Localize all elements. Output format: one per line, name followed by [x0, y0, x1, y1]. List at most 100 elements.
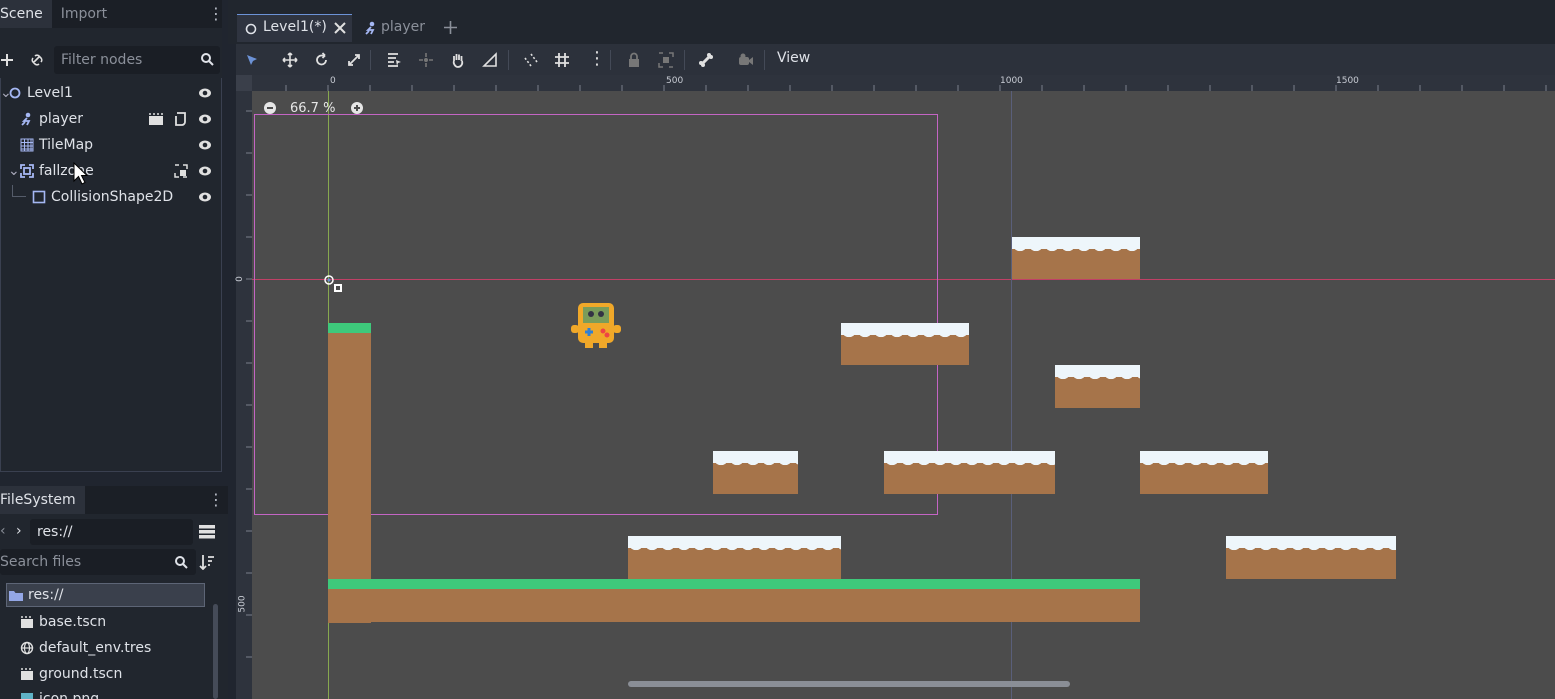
add-node-icon[interactable]	[0, 52, 14, 68]
zoom-out-icon[interactable]	[263, 101, 277, 115]
rotate-tool-icon[interactable]	[314, 52, 330, 68]
tab-import[interactable]: Import	[52, 0, 116, 28]
close-icon[interactable]	[334, 22, 346, 34]
scale-tool-icon[interactable]	[346, 52, 362, 68]
camera-icon[interactable]	[738, 52, 754, 68]
horizontal-ruler: 0 500 1000 1500	[236, 75, 1555, 91]
forward-arrow-icon[interactable]: ›	[16, 523, 22, 539]
scene-file-icon	[21, 668, 33, 680]
origin-gizmo-icon	[324, 275, 342, 292]
tab-level1[interactable]: Level1(*)	[237, 14, 352, 42]
canvas-toolbar: ⋮ View	[236, 44, 1555, 75]
move-tool-icon[interactable]	[282, 52, 298, 68]
lock-icon[interactable]	[626, 52, 642, 68]
toolbar-separator	[684, 50, 685, 70]
collapse-arrow-icon[interactable]: ⌄	[8, 159, 20, 183]
fs-item-icon-png[interactable]: icon.png	[0, 687, 210, 699]
ruler-tool-icon[interactable]	[482, 52, 498, 68]
sort-icon[interactable]	[199, 554, 215, 570]
kinematic-body-icon	[21, 112, 31, 126]
tab-scene[interactable]: Scene	[0, 0, 52, 28]
filesystem-dock: FileSystem ⋮ ‹ › res:// Search files res…	[0, 486, 228, 699]
group-lock-icon[interactable]	[174, 164, 188, 178]
back-arrow-icon[interactable]: ‹	[0, 523, 6, 539]
zoom-level[interactable]: 66.7 %	[290, 101, 335, 116]
snap-options-icon[interactable]: ⋮	[588, 48, 606, 69]
ruler-label: 500	[666, 76, 684, 86]
filter-placeholder: Filter nodes	[61, 52, 143, 68]
image-icon	[21, 693, 33, 699]
snow-platform	[1226, 536, 1396, 579]
ruler-label: 500	[237, 595, 248, 613]
pan-tool-icon[interactable]	[450, 52, 466, 68]
tab-label: player	[381, 19, 426, 35]
ruler-label: 1000	[1000, 76, 1023, 86]
snow-platform	[841, 323, 969, 365]
group-icon[interactable]	[658, 52, 674, 68]
tree-connector	[12, 185, 26, 197]
tree-item-fallzone[interactable]: ⌄ fallzone	[0, 159, 222, 183]
visibility-eye-icon[interactable]	[198, 112, 212, 126]
script-icon[interactable]	[173, 112, 187, 126]
ruler-label: 1500	[1336, 76, 1359, 86]
visibility-eye-icon[interactable]	[198, 190, 212, 204]
tree-item-label: player	[39, 111, 84, 127]
folder-icon	[9, 591, 23, 601]
fs-item-label: base.tscn	[39, 614, 107, 630]
bone-icon[interactable]	[698, 52, 714, 68]
tilemap-icon	[20, 138, 34, 152]
area2d-icon	[20, 164, 34, 178]
list-select-icon[interactable]	[386, 52, 402, 68]
tree-item-tilemap[interactable]: TileMap	[0, 133, 222, 157]
open-scene-icon[interactable]	[148, 113, 164, 126]
h-scrollbar-thumb[interactable]	[628, 681, 1070, 687]
tree-item-level1[interactable]: ⌄ Level1	[0, 81, 222, 105]
grid-snap-icon[interactable]	[554, 52, 570, 68]
snow-platform	[628, 536, 841, 579]
add-tab-icon[interactable]	[443, 20, 458, 35]
filter-nodes-input[interactable]: Filter nodes	[54, 46, 220, 74]
tree-item-player[interactable]: player	[0, 107, 222, 131]
snow-platform	[713, 451, 798, 494]
ruler-corner	[236, 75, 252, 91]
fs-item-default-env[interactable]: default_env.tres	[0, 636, 210, 660]
globe-icon	[20, 641, 34, 655]
filesystem-tabs: FileSystem	[0, 486, 228, 514]
visibility-eye-icon[interactable]	[198, 138, 212, 152]
pivot-tool-icon[interactable]	[418, 52, 434, 68]
collision-shape-icon	[32, 190, 46, 204]
fs-item-label: ground.tscn	[39, 666, 123, 682]
canvas-viewport[interactable]: 66.7 %	[252, 91, 1555, 699]
kinematic-body-icon	[365, 21, 375, 35]
ruler-label: 0	[234, 276, 245, 282]
search-icon	[175, 556, 188, 569]
visibility-eye-icon[interactable]	[198, 164, 212, 178]
toolbar-separator	[370, 50, 371, 70]
fs-item-ground-tscn[interactable]: ground.tscn	[0, 662, 210, 686]
instance-link-icon[interactable]	[29, 52, 45, 68]
mouse-cursor-icon	[73, 162, 89, 185]
tab-player[interactable]: player	[362, 14, 432, 42]
list-view-icon[interactable]	[199, 525, 215, 539]
filesystem-menu-icon[interactable]: ⋮	[208, 492, 224, 508]
fs-item-label: res://	[28, 587, 64, 603]
snow-platform	[1012, 237, 1140, 279]
tab-filesystem[interactable]: FileSystem	[0, 486, 85, 514]
path-field[interactable]: res://	[30, 519, 193, 545]
scene-dock-menu-icon[interactable]: ⋮	[208, 6, 224, 22]
smart-snap-icon[interactable]	[523, 52, 539, 68]
tree-item-collisionshape2d[interactable]: CollisionShape2D	[0, 185, 222, 209]
search-files-input[interactable]: Search files	[0, 549, 196, 575]
visibility-eye-icon[interactable]	[198, 86, 212, 100]
select-tool-icon[interactable]	[244, 52, 260, 68]
tab-label: Level1(*)	[263, 19, 327, 35]
fs-item-res[interactable]: res://	[6, 583, 205, 607]
fs-scrollbar[interactable]	[213, 604, 218, 699]
zoom-in-icon[interactable]	[350, 101, 364, 115]
fs-item-base-tscn[interactable]: base.tscn	[0, 610, 210, 634]
snow-platform	[1140, 451, 1268, 494]
node2d-circle-icon	[9, 87, 21, 99]
search-placeholder: Search files	[0, 554, 82, 570]
view-menu-button[interactable]: View	[777, 50, 810, 66]
scene-file-icon	[21, 616, 33, 628]
